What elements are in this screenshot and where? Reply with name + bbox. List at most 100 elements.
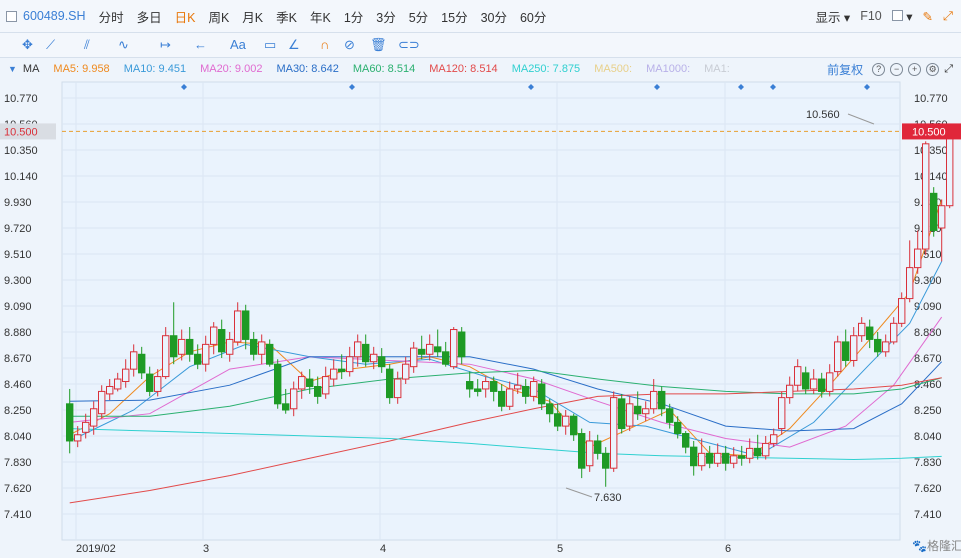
candle-body <box>378 356 386 368</box>
y-tick-left: 8.250 <box>4 405 32 417</box>
candle-body <box>202 343 210 365</box>
x-tick-label: 2019/02 <box>76 543 116 555</box>
candle-body <box>66 403 74 442</box>
candle-body <box>106 385 114 395</box>
x-tick-label: 3 <box>203 543 209 555</box>
candle-body <box>490 381 498 392</box>
y-tick-right: 10.350 <box>914 145 948 157</box>
candle-body <box>258 341 266 355</box>
candle-body <box>178 338 186 355</box>
candle-body <box>642 408 650 415</box>
candle-body <box>170 335 178 358</box>
candle-body <box>442 351 450 365</box>
candle-body <box>546 403 554 415</box>
candle-body <box>866 326 874 340</box>
candle-body <box>114 378 122 390</box>
candle-body <box>538 383 546 405</box>
candle-body <box>618 398 626 430</box>
candle-body <box>410 347 418 368</box>
candle-body <box>194 353 202 365</box>
candle-body <box>482 381 490 390</box>
y-tick-left: 7.410 <box>4 509 32 521</box>
candle-body <box>506 388 514 407</box>
price-tag-left-text: 10.500 <box>4 126 38 138</box>
candle-body <box>786 384 794 399</box>
candle-body <box>426 343 434 355</box>
y-tick-left: 10.140 <box>4 171 38 183</box>
candle-body <box>842 341 850 361</box>
candle-body <box>914 248 922 269</box>
candle-body <box>162 335 170 378</box>
candle-body <box>810 378 818 390</box>
candle-body <box>250 338 258 355</box>
y-tick-left: 9.510 <box>4 249 32 261</box>
candle-body <box>146 373 154 392</box>
candle-body <box>778 397 786 430</box>
candle-body <box>338 368 346 373</box>
candle-body <box>434 346 442 353</box>
candle-body <box>466 381 474 390</box>
y-tick-right: 7.620 <box>914 483 942 495</box>
candle-body <box>90 408 98 427</box>
candle-body <box>370 353 378 363</box>
candle-body <box>898 298 906 324</box>
candle-body <box>530 381 538 397</box>
candle-body <box>82 421 90 433</box>
y-tick-right: 10.770 <box>914 93 948 105</box>
candle-body <box>754 447 762 457</box>
candle-body <box>122 368 130 383</box>
candle-body <box>666 408 674 423</box>
candle-body <box>418 348 426 355</box>
candle-body <box>514 384 522 390</box>
candle-body <box>802 372 810 390</box>
candle-body <box>386 368 394 399</box>
candle-body <box>682 433 690 448</box>
candle-body <box>938 205 946 229</box>
candle-body <box>282 403 290 411</box>
candle-body <box>314 385 322 397</box>
x-tick-label: 5 <box>557 543 563 555</box>
candle-body <box>674 421 682 435</box>
candle-body <box>354 341 362 358</box>
candle-body <box>138 353 146 374</box>
candle-body <box>98 390 106 415</box>
candle-body <box>218 329 226 353</box>
max-price-annotation: 10.560 <box>806 109 840 121</box>
y-tick-left: 8.880 <box>4 327 32 339</box>
y-tick-left: 10.770 <box>4 93 38 105</box>
candle-body <box>234 310 242 343</box>
candle-body <box>578 433 586 469</box>
candle-body <box>882 341 890 353</box>
y-tick-right: 10.140 <box>914 171 948 183</box>
candle-body <box>450 329 458 368</box>
candle-body <box>474 388 482 392</box>
x-tick-label: 6 <box>725 543 731 555</box>
y-tick-left: 10.350 <box>4 145 38 157</box>
candle-body <box>554 413 562 427</box>
candle-body <box>650 390 658 410</box>
candle-body <box>826 372 834 392</box>
y-tick-right: 7.830 <box>914 457 942 469</box>
min-price-annotation: 7.630 <box>594 492 622 504</box>
candle-body <box>714 452 722 464</box>
y-tick-right: 8.040 <box>914 431 942 443</box>
candle-body <box>570 415 578 436</box>
candle-body <box>186 338 194 355</box>
candle-body <box>706 452 714 464</box>
y-tick-right: 8.250 <box>914 405 942 417</box>
y-tick-right: 9.300 <box>914 275 942 287</box>
candle-body <box>586 440 594 467</box>
price-tag-right-text: 10.500 <box>912 126 946 138</box>
candle-body <box>794 366 802 386</box>
candle-body <box>762 442 770 457</box>
candle-body <box>458 331 466 358</box>
y-tick-right: 7.410 <box>914 509 942 521</box>
candlestick-chart[interactable]: 10.77010.77010.56010.56010.35010.35010.1… <box>0 0 961 558</box>
y-tick-left: 8.040 <box>4 431 32 443</box>
candle-body <box>298 376 306 390</box>
candle-body <box>226 338 234 355</box>
candle-body <box>610 397 618 469</box>
y-tick-left: 9.720 <box>4 223 32 235</box>
candle-body <box>330 368 338 380</box>
candle-body <box>874 338 882 353</box>
